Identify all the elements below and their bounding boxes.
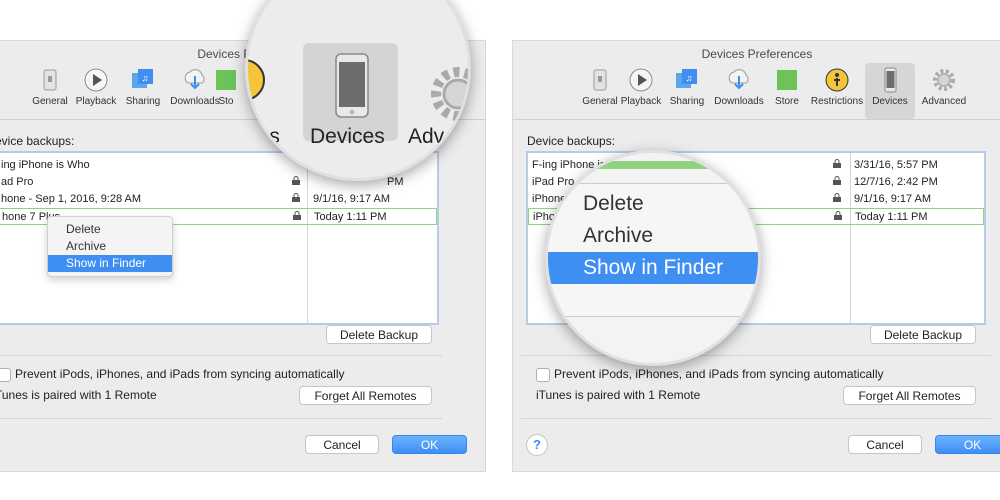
general-icon [43, 69, 57, 91]
lock-icon [293, 211, 301, 220]
loupe-menu-delete[interactable]: Delete [583, 192, 644, 216]
ok-button[interactable]: OK [392, 435, 467, 454]
gear-icon [933, 69, 955, 91]
toolbar-devices[interactable]: Devices [865, 63, 915, 119]
toolbar-label: Sto [218, 96, 234, 107]
separator [521, 355, 991, 356]
iphone-icon [335, 53, 369, 118]
downloads-icon [184, 69, 205, 90]
prevent-sync-checkbox[interactable] [536, 368, 550, 382]
delete-backup-button[interactable]: Delete Backup [326, 325, 432, 344]
svg-text:♫: ♫ [142, 73, 149, 83]
backup-date: 9/1/16, 9:17 AM [313, 193, 391, 205]
toolbar-label: Restrictions [810, 96, 864, 107]
store-icon [777, 70, 797, 90]
magnifier-context-menu: Delete Archive Show in Finder [545, 150, 761, 366]
backup-date: Today 1:11 PM [855, 211, 928, 223]
backup-date: 12/7/16, 2:42 PM [854, 176, 938, 188]
context-menu-delete[interactable]: Delete [48, 221, 172, 238]
help-button[interactable]: ? [526, 434, 548, 456]
cancel-button[interactable]: Cancel [848, 435, 922, 454]
playback-icon [629, 68, 653, 92]
backup-date: 9/1/16, 9:17 AM [854, 193, 932, 205]
prevent-sync-checkbox[interactable] [0, 368, 11, 382]
sharing-icon: ♫ [676, 69, 697, 88]
backup-date: Today 1:11 PM [314, 211, 387, 223]
toolbar-label: Devices [872, 96, 908, 107]
sharing-icon: ♫ [132, 69, 153, 88]
separator [0, 418, 442, 419]
downloads-icon [728, 69, 749, 90]
ok-button[interactable]: OK [935, 435, 1000, 454]
device-backups-label: Device backups: [527, 134, 616, 148]
separator [521, 418, 991, 419]
loupe-menu-archive[interactable]: Archive [583, 224, 653, 248]
restrictions-icon [248, 59, 265, 101]
prevent-sync-label: Prevent iPods, iPhones, and iPads from s… [15, 367, 345, 381]
backup-date: PM [387, 176, 404, 188]
backup-date: 3/31/16, 5:57 PM [854, 159, 938, 171]
context-menu: Delete Archive Show in Finder [47, 216, 173, 277]
lock-icon [833, 159, 841, 168]
loupe-label-restrictions: ons [246, 125, 280, 148]
loupe-menu-show-in-finder[interactable]: Show in Finder [583, 256, 723, 280]
selected-row-edge [578, 161, 728, 169]
paired-remote-label: iTunes is paired with 1 Remote [536, 388, 701, 402]
forget-all-remotes-button[interactable]: Forget All Remotes [843, 386, 976, 405]
delete-backup-button[interactable]: Delete Backup [870, 325, 976, 344]
lock-icon [292, 193, 300, 202]
lock-icon [833, 176, 841, 185]
paired-remote-label: Tunes is paired with 1 Remote [0, 388, 157, 402]
toolbar-store[interactable]: Sto [209, 63, 243, 107]
forget-all-remotes-button[interactable]: Forget All Remotes [299, 386, 432, 405]
context-menu-show-in-finder[interactable]: Show in Finder [48, 255, 172, 272]
toolbar-label: Advanced [921, 96, 967, 107]
iphone-icon [884, 67, 897, 93]
separator [0, 355, 442, 356]
prevent-sync-label: Prevent iPods, iPhones, and iPads from s… [554, 367, 884, 381]
backup-name: hone - Sep 1, 2016, 9:28 AM [1, 193, 142, 205]
restrictions-icon [825, 68, 849, 92]
lock-icon [292, 176, 300, 185]
svg-text:♫: ♫ [686, 73, 693, 83]
toolbar-divider [513, 119, 1000, 120]
loupe-label-advanced: Adv [408, 125, 445, 148]
toolbar-advanced[interactable]: Advanced [913, 63, 975, 107]
playback-icon [84, 68, 108, 92]
lock-icon [833, 193, 841, 202]
toolbar-restrictions[interactable]: Restrictions [806, 63, 868, 107]
loupe-label-devices: Devices [310, 125, 385, 148]
lock-icon [834, 211, 842, 220]
window-title: Devices Preferences [701, 47, 813, 61]
gear-icon [431, 67, 468, 121]
cancel-button[interactable]: Cancel [305, 435, 379, 454]
loupe-menu: Delete Archive Show in Finder [548, 183, 758, 317]
table-row[interactable]: hone - Sep 1, 2016, 9:28 AM 9/1/16, 9:17… [0, 191, 437, 208]
backup-name: ing iPhone is Who [1, 159, 90, 171]
store-icon [216, 70, 236, 90]
device-backups-label: evice backups: [0, 134, 75, 148]
context-menu-archive[interactable]: Archive [48, 238, 172, 255]
backup-name: ad Pro [1, 176, 34, 188]
